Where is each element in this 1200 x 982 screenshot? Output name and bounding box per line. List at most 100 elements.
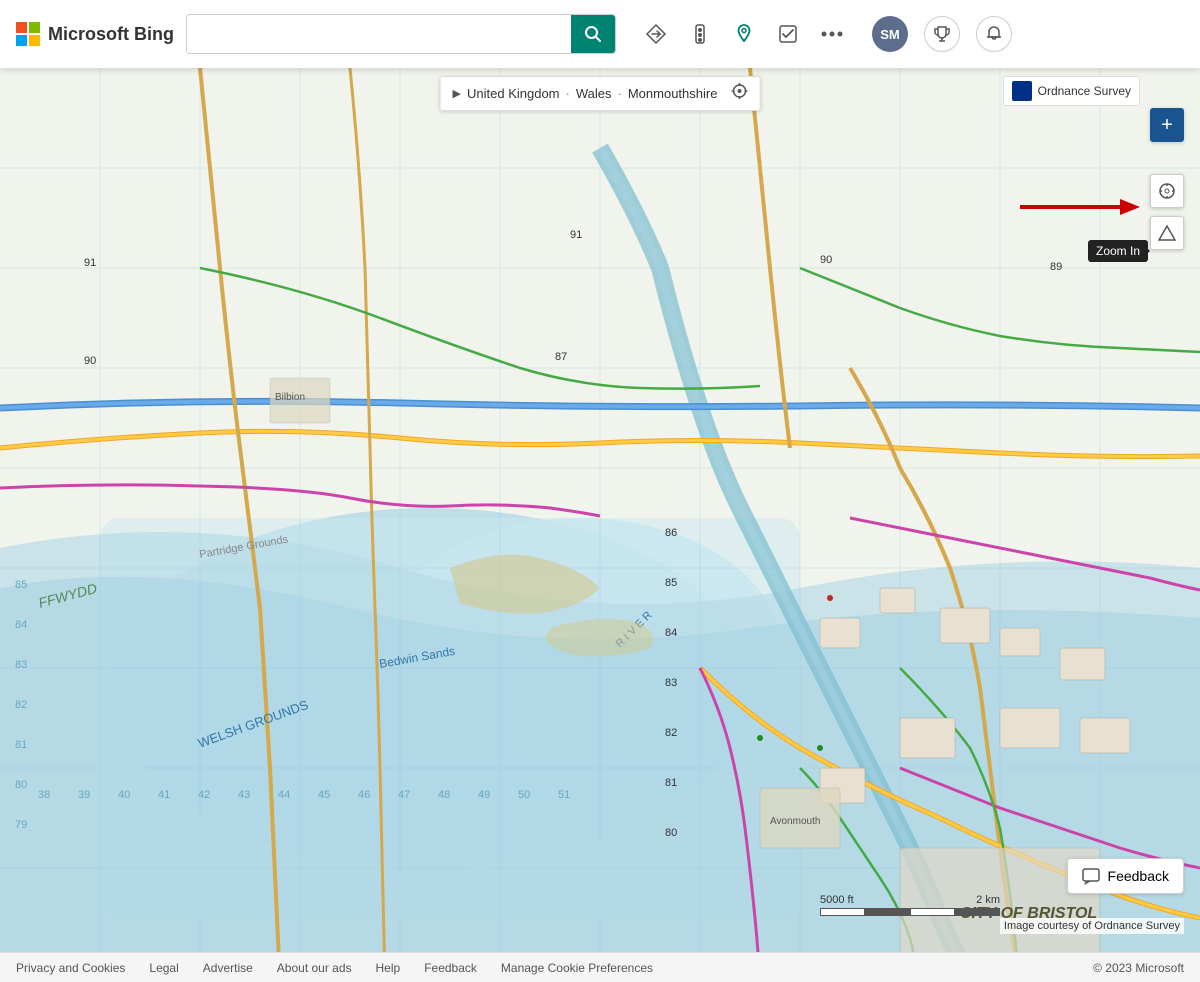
breadcrumb-uk[interactable]: United Kingdom: [467, 86, 560, 101]
svg-text:50: 50: [518, 789, 530, 801]
zoom-in-arrow-annotation: [1020, 195, 1140, 219]
svg-text:40: 40: [118, 789, 130, 801]
svg-text:42: 42: [198, 789, 210, 801]
breadcrumb-sep-1: ·: [566, 86, 570, 101]
zoom-in-tooltip: Zoom In: [1088, 240, 1148, 262]
image-courtesy-label: Image courtesy of Ordnance Survey: [1000, 918, 1184, 934]
locate-me-button[interactable]: [731, 83, 747, 104]
scale-seg-2: [865, 908, 910, 916]
search-bar: [186, 14, 616, 54]
logo-cell-blue: [16, 35, 27, 46]
svg-text:79: 79: [15, 819, 27, 831]
feedback-icon: [1082, 867, 1100, 885]
directions-icon: [645, 23, 667, 45]
scale-label-right: 2 km: [976, 894, 1000, 906]
footer-about-ads-link[interactable]: About our ads: [277, 961, 352, 975]
compass-icon: [1158, 182, 1176, 200]
more-icon: [821, 31, 843, 37]
bell-icon: [985, 25, 1003, 43]
svg-text:43: 43: [238, 789, 250, 801]
zoom-out-button[interactable]: [1150, 174, 1184, 208]
footer-legal-link[interactable]: Legal: [149, 961, 178, 975]
svg-text:84: 84: [665, 627, 677, 639]
rewards-button[interactable]: [924, 16, 960, 52]
svg-text:Avonmouth: Avonmouth: [770, 816, 820, 827]
logo-cell-green: [29, 22, 40, 33]
traffic-button[interactable]: [680, 14, 720, 54]
svg-text:82: 82: [665, 727, 677, 739]
checklist-button[interactable]: [768, 14, 808, 54]
svg-text:46: 46: [358, 789, 370, 801]
search-icon: [584, 25, 602, 43]
logo[interactable]: Microsoft Bing: [16, 22, 174, 46]
directions-button[interactable]: [636, 14, 676, 54]
scale-seg-1: [820, 908, 865, 916]
footer-feedback-link[interactable]: Feedback: [424, 961, 477, 975]
locate-icon: [731, 83, 747, 99]
svg-text:80: 80: [665, 827, 677, 839]
footer-privacy-link[interactable]: Privacy and Cookies: [16, 961, 125, 975]
svg-text:90: 90: [84, 355, 96, 367]
svg-text:49: 49: [478, 789, 490, 801]
svg-text:80: 80: [15, 779, 27, 791]
map-pin-button[interactable]: [724, 14, 764, 54]
feedback-button[interactable]: Feedback: [1067, 858, 1184, 894]
red-arrow-svg: [1020, 195, 1140, 219]
map-container[interactable]: 3839 4041 4243 4445 4647 4849 5051 7980 …: [0, 68, 1200, 952]
search-button[interactable]: [571, 15, 615, 53]
terrain-view-button[interactable]: [1150, 216, 1184, 250]
feedback-label: Feedback: [1108, 868, 1169, 884]
svg-text:91: 91: [84, 257, 96, 269]
zoom-in-button[interactable]: +: [1150, 108, 1184, 142]
breadcrumb: ▶ United Kingdom · Wales · Monmouthshire: [440, 76, 761, 111]
breadcrumb-expand-icon[interactable]: ▶: [453, 87, 461, 100]
trophy-icon: [933, 25, 951, 43]
breadcrumb-wales[interactable]: Wales: [576, 86, 612, 101]
footer-help-link[interactable]: Help: [376, 961, 401, 975]
header: Microsoft Bing: [0, 0, 1200, 68]
zoom-in-icon: +: [1161, 114, 1173, 137]
svg-text:89: 89: [1050, 261, 1062, 273]
svg-text:91: 91: [570, 229, 582, 241]
svg-text:90: 90: [820, 254, 832, 266]
map-controls: +: [1150, 108, 1184, 250]
svg-text:86: 86: [665, 527, 677, 539]
footer-cookie-prefs-link[interactable]: Manage Cookie Preferences: [501, 961, 653, 975]
svg-text:81: 81: [665, 777, 677, 789]
svg-text:44: 44: [278, 789, 290, 801]
svg-text:Bilbion: Bilbion: [275, 392, 305, 403]
terrain-icon: [1158, 224, 1176, 242]
user-avatar[interactable]: SM: [872, 16, 908, 52]
map-source-label: Ordnance Survey: [1038, 84, 1131, 98]
svg-text:85: 85: [15, 579, 27, 591]
breadcrumb-monmouthshire[interactable]: Monmouthshire: [628, 86, 718, 101]
svg-text:41: 41: [158, 789, 170, 801]
svg-text:83: 83: [15, 659, 27, 671]
logo-grid: [16, 22, 40, 46]
search-input[interactable]: [187, 15, 571, 53]
footer-copyright: © 2023 Microsoft: [1093, 961, 1184, 975]
more-button[interactable]: [812, 14, 852, 54]
svg-text:81: 81: [15, 739, 27, 751]
notifications-button[interactable]: [976, 16, 1012, 52]
scale-bar: 5000 ft 2 km: [820, 894, 1000, 916]
svg-text:47: 47: [398, 789, 410, 801]
footer: Privacy and Cookies Legal Advertise Abou…: [0, 952, 1200, 982]
svg-text:87: 87: [555, 351, 567, 363]
breadcrumb-sep-2: ·: [618, 86, 622, 101]
svg-text:85: 85: [665, 577, 677, 589]
logo-text: Microsoft Bing: [48, 24, 174, 45]
header-icons: [636, 14, 852, 54]
svg-text:38: 38: [38, 789, 50, 801]
svg-text:84: 84: [15, 619, 27, 631]
map-canvas: 3839 4041 4243 4445 4647 4849 5051 7980 …: [0, 68, 1200, 952]
map-source-badge: Ordnance Survey: [1003, 76, 1140, 106]
svg-text:83: 83: [665, 677, 677, 689]
footer-advertise-link[interactable]: Advertise: [203, 961, 253, 975]
map-pin-icon: [733, 23, 755, 45]
os-logo: [1012, 81, 1032, 101]
logo-cell-yellow: [29, 35, 40, 46]
svg-text:48: 48: [438, 789, 450, 801]
svg-text:82: 82: [15, 699, 27, 711]
svg-text:39: 39: [78, 789, 90, 801]
